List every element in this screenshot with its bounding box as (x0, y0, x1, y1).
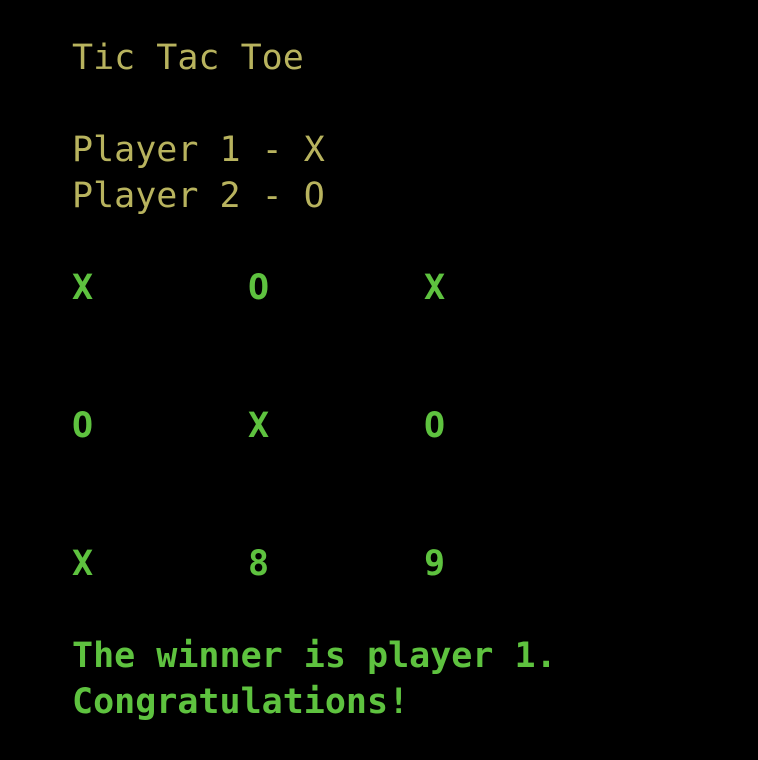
board-cell-7: X (72, 544, 94, 584)
board-cell-2: O (248, 268, 270, 308)
board-cell-8: 8 (248, 544, 270, 584)
board-cell-5: X (248, 406, 270, 446)
board-cell-9: 9 (424, 544, 446, 584)
board-cell-4: O (72, 406, 94, 446)
player-2-label: Player 2 - O (72, 176, 325, 216)
congratulations-message: Congratulations! (72, 682, 410, 722)
board-cell-1: X (72, 268, 94, 308)
board-cell-3: X (424, 268, 446, 308)
terminal-window: Tic Tac Toe Player 1 - X Player 2 - O X … (0, 0, 758, 760)
board-cell-6: O (424, 406, 446, 446)
game-title: Tic Tac Toe (72, 38, 304, 78)
winner-message: The winner is player 1. (72, 636, 557, 676)
player-1-label: Player 1 - X (72, 130, 325, 170)
